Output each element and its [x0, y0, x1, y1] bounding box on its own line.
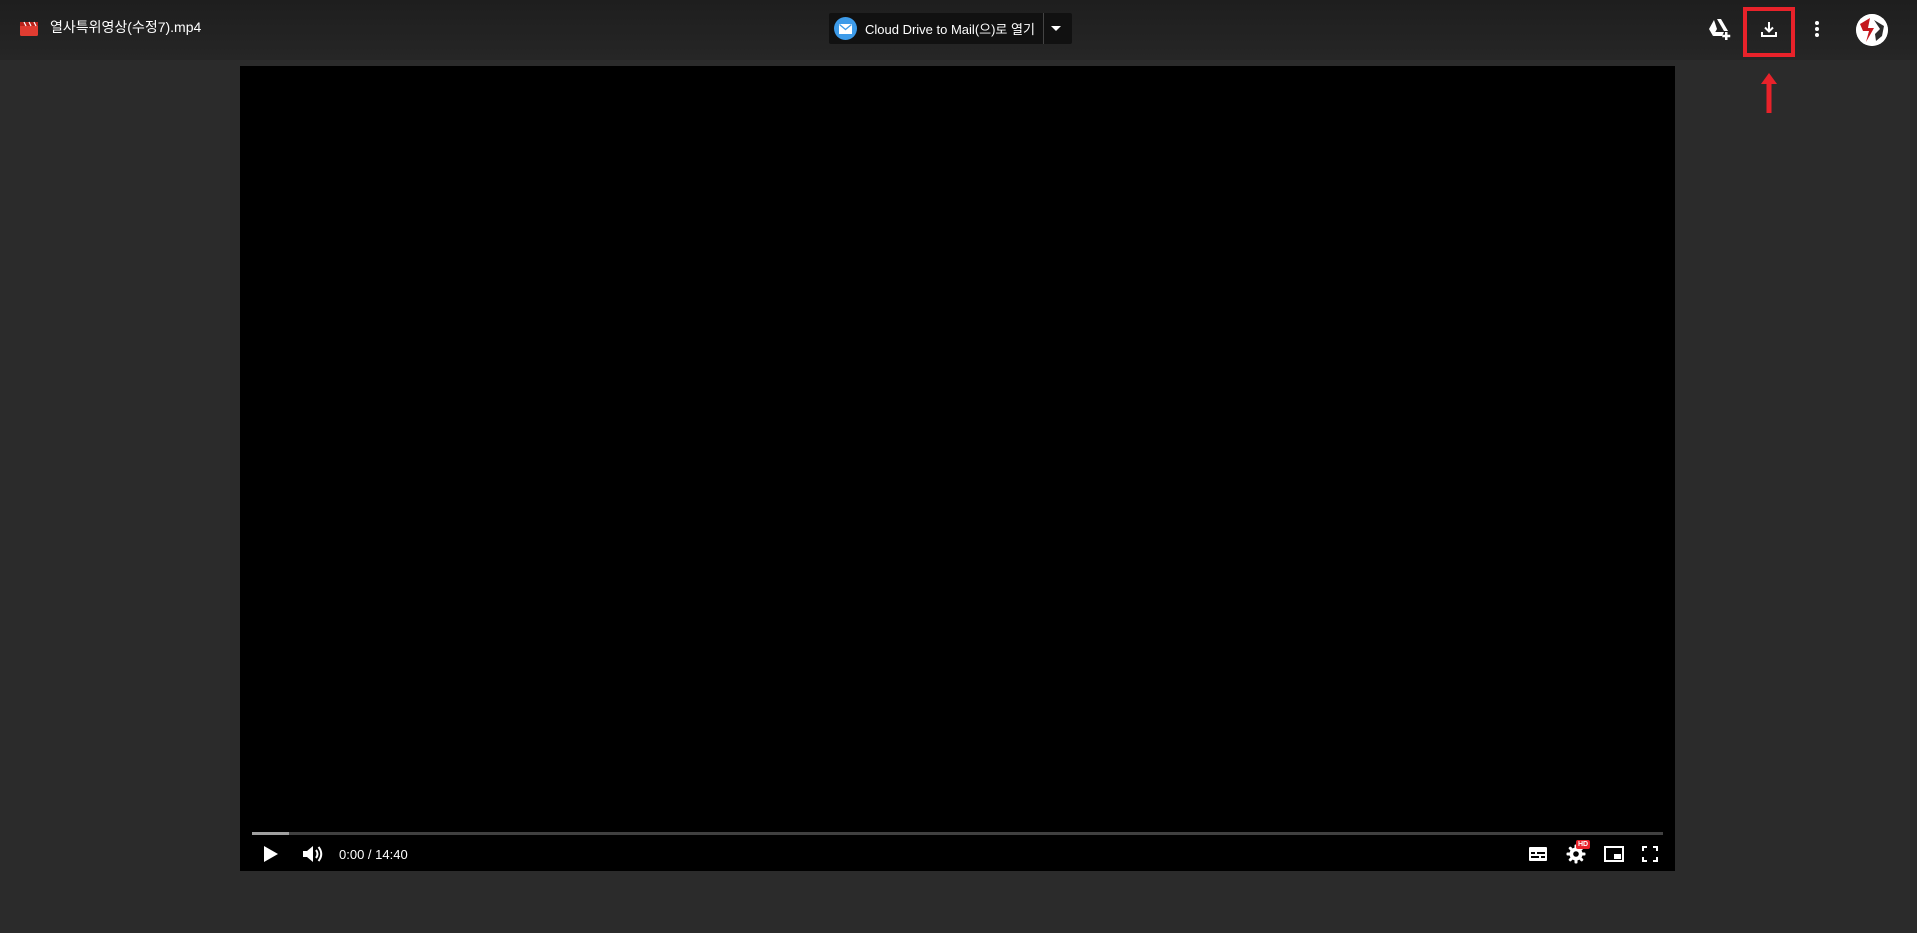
fullscreen-button[interactable] — [1637, 841, 1663, 867]
play-button[interactable] — [258, 841, 284, 867]
current-time: 0:00 — [339, 847, 365, 862]
open-with-dropdown[interactable] — [1044, 13, 1068, 44]
settings-icon: HD — [1566, 840, 1591, 864]
file-title: 열사특위영상(수정7).mp4 — [50, 19, 202, 35]
time-separator: / — [364, 847, 376, 862]
subtitles-button[interactable] — [1525, 841, 1551, 867]
download-highlight-box — [1743, 7, 1795, 57]
time-display: 0:00 / 14:40 — [339, 847, 408, 862]
add-to-drive-button[interactable] — [1708, 16, 1734, 42]
top-bar: 열사특위영상(수정7).mp4 Cloud Drive to Mail(으)로 … — [0, 0, 1917, 60]
drive-video-preview: 열사특위영상(수정7).mp4 Cloud Drive to Mail(으)로 … — [0, 0, 1917, 933]
arrow-up-icon — [1760, 73, 1778, 113]
miniplayer-icon — [1604, 846, 1624, 862]
subtitles-icon — [1528, 846, 1548, 862]
progress-buffered — [252, 832, 289, 835]
settings-button[interactable]: HD — [1562, 840, 1591, 867]
volume-icon — [302, 845, 324, 863]
open-with-label: Cloud Drive to Mail(으)로 열기 — [865, 22, 1035, 37]
miniplayer-button[interactable] — [1601, 841, 1627, 867]
mail-icon — [834, 17, 857, 40]
video-player[interactable]: 0:00 / 14:40 HD — [240, 66, 1675, 871]
duration: 14:40 — [375, 847, 408, 862]
open-with-button[interactable]: Cloud Drive to Mail(으)로 열기 — [829, 13, 1072, 44]
drive-add-icon — [1708, 18, 1734, 40]
hd-badge: HD — [1576, 840, 1591, 849]
caret-down-icon — [1050, 25, 1061, 32]
more-vert-icon — [1814, 20, 1820, 38]
play-icon — [263, 845, 279, 863]
progress-bar[interactable] — [252, 832, 1663, 835]
fullscreen-icon — [1642, 846, 1658, 862]
avatar[interactable] — [1856, 14, 1888, 46]
more-options-button[interactable] — [1804, 16, 1830, 42]
volume-button[interactable] — [300, 841, 326, 867]
video-file-icon — [20, 20, 38, 36]
open-with-main-button[interactable]: Cloud Drive to Mail(으)로 열기 — [829, 13, 1044, 44]
